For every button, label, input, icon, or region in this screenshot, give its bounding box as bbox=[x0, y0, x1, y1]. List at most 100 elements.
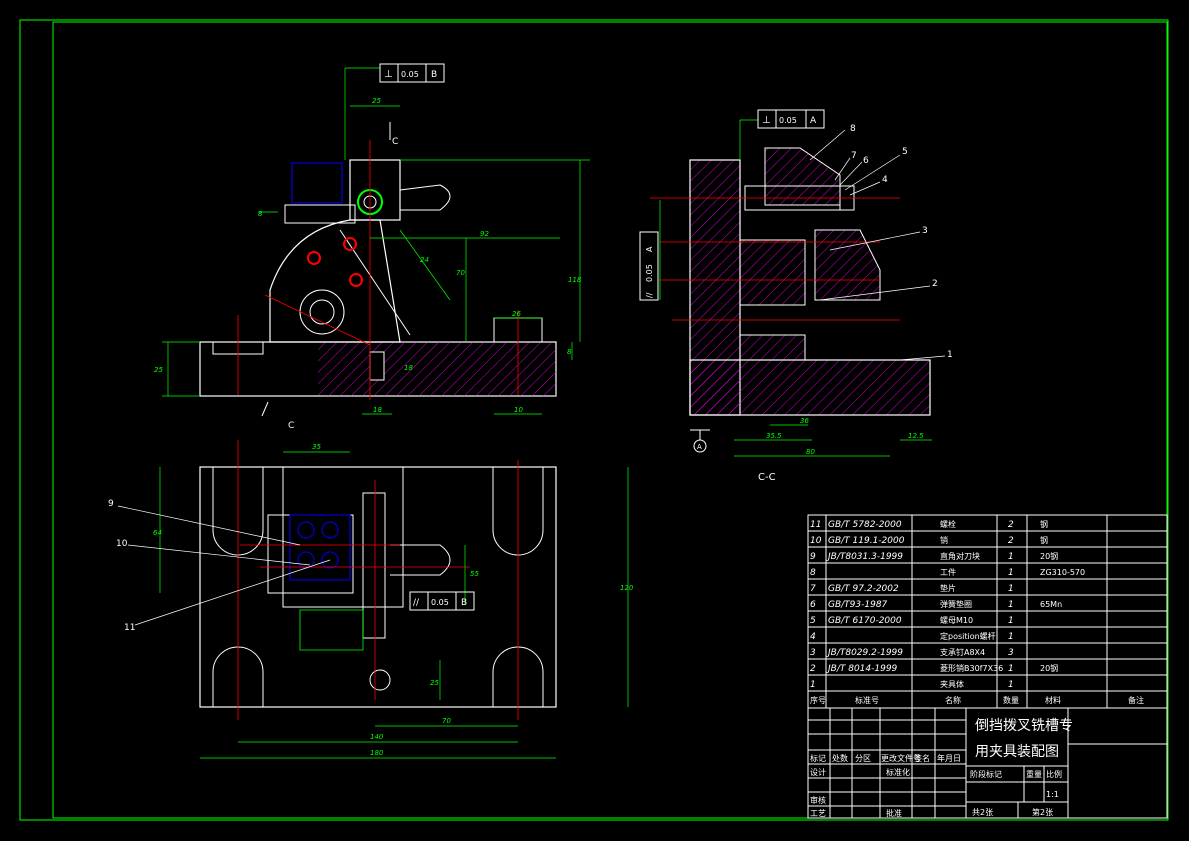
section-title: C-C bbox=[758, 472, 776, 483]
bom-cell-no: 8 bbox=[810, 568, 816, 578]
bom-cell-std: GB/T 97.2-2002 bbox=[828, 584, 899, 594]
dim-section-0: 36 bbox=[800, 417, 809, 425]
bom-cell-qty: 1 bbox=[1008, 600, 1014, 610]
bom-cell-name: 支承钉A8X4 bbox=[940, 647, 985, 657]
bom-cell-name: 螺栓 bbox=[940, 519, 956, 529]
bom-cell-std: JB/T 8014-1999 bbox=[826, 664, 898, 674]
approve-label: 批准 bbox=[886, 808, 902, 818]
dim-front-5: 118 bbox=[568, 276, 582, 284]
bom-cell-qty: 1 bbox=[1008, 568, 1014, 578]
bom-cell-no: 6 bbox=[810, 600, 816, 610]
bom-cell-no: 9 bbox=[810, 552, 816, 562]
top-view: 35 64 55 120 25 70 140 180 // 0.05 B 9 1… bbox=[108, 440, 634, 759]
dim-section-2: 80 bbox=[806, 448, 815, 456]
bom-cell-std: GB/T 5782-2000 bbox=[828, 520, 902, 530]
outer-border bbox=[19, 19, 1169, 821]
drawing-title-line2: 用夹具装配图 bbox=[975, 744, 1059, 760]
stage-hdr-2: 比例 bbox=[1046, 769, 1062, 779]
dim-top-7: 180 bbox=[370, 749, 384, 757]
dim-front-7: 26 bbox=[512, 310, 521, 318]
bom-cell-qty: 1 bbox=[1008, 552, 1014, 562]
bom-cell-mat: 钢 bbox=[1040, 535, 1048, 545]
dim-section-3: 12.5 bbox=[908, 432, 924, 440]
bom-cell-mat: 20钢 bbox=[1040, 551, 1058, 561]
bom-cell-mat: 钢 bbox=[1040, 519, 1048, 529]
bom-cell-name: 菱形销B30f7X36 bbox=[940, 663, 1003, 673]
section-tol-value: 0.05 bbox=[779, 116, 797, 125]
balloon-5: 5 bbox=[902, 147, 908, 157]
design-label: 设计 bbox=[810, 767, 826, 777]
bom-cell-no: 1 bbox=[810, 680, 816, 690]
bom-header: 名称 bbox=[945, 695, 961, 705]
cad-drawing: C C ⊥ 0.05 B 25 92 8 70 24 118 25 26 8 1… bbox=[19, 19, 1169, 821]
bom-cell-no: 4 bbox=[810, 632, 816, 642]
balloon-8: 8 bbox=[850, 124, 856, 134]
bom-cell-std: GB/T 6170-2000 bbox=[828, 616, 902, 626]
review-label: 审核 bbox=[810, 795, 826, 805]
balloon-1: 1 bbox=[947, 350, 953, 360]
dim-top-6: 140 bbox=[370, 733, 384, 741]
bom-cell-name: 定position螺杆 bbox=[940, 631, 996, 641]
bom-header: 数量 bbox=[1003, 695, 1019, 705]
dim-front-1: 92 bbox=[480, 230, 489, 238]
bom-cell-no: 5 bbox=[810, 616, 816, 626]
drawing-title-line1: 倒挡拨叉铣槽专 bbox=[975, 718, 1073, 734]
bom-cell-mat: 20钢 bbox=[1040, 663, 1058, 673]
front-tol-symbol: ⊥ bbox=[384, 69, 393, 80]
section-side-symbol: // bbox=[645, 292, 654, 298]
bom-cell-no: 7 bbox=[810, 584, 816, 594]
top-tol-symbol: // bbox=[413, 598, 420, 608]
rev-hdr-0: 标记 bbox=[810, 753, 826, 763]
balloon-9: 9 bbox=[108, 499, 114, 509]
bom-cell-qty: 1 bbox=[1008, 584, 1014, 594]
bom-cell-qty: 3 bbox=[1008, 648, 1014, 658]
bom-cell-std: JB/T8031.3-1999 bbox=[826, 552, 903, 562]
bom-header: 标准号 bbox=[855, 695, 879, 705]
rev-hdr-1: 处数 bbox=[832, 753, 848, 763]
bom-table: 11 GB/T 5782-2000 螺栓 2 钢10 GB/T 119.1-2000 销 2 钢… bbox=[807, 514, 1168, 709]
balloon-11: 11 bbox=[124, 623, 135, 633]
bom-cell-name: 弹簧垫圈 bbox=[940, 599, 972, 609]
dim-front-2: 8 bbox=[258, 210, 263, 218]
rev-hdr-4: 签名 bbox=[914, 753, 930, 763]
bom-cell-std: GB/T93-1987 bbox=[828, 600, 888, 610]
dim-front-10: 18 bbox=[404, 364, 413, 372]
balloon-3: 3 bbox=[922, 226, 928, 236]
dim-top-0: 35 bbox=[312, 443, 321, 451]
bom-cell-name: 直角对刀块 bbox=[940, 551, 980, 561]
dim-front-0: 25 bbox=[372, 97, 381, 105]
inner-border bbox=[52, 21, 1168, 819]
bom-cell-no: 2 bbox=[810, 664, 816, 674]
dim-front-6: 25 bbox=[154, 366, 163, 374]
bom-cell-mat: 65Mn bbox=[1040, 600, 1062, 609]
section-mark-bottom: C bbox=[288, 421, 294, 431]
balloon-10: 10 bbox=[116, 539, 128, 549]
balloon-7: 7 bbox=[851, 151, 857, 161]
bom-cell-std: JB/T8029.2-1999 bbox=[826, 648, 903, 658]
balloon-6: 6 bbox=[863, 156, 869, 166]
bom-cell-name: 工件 bbox=[940, 567, 956, 577]
dim-front-8: 8 bbox=[567, 348, 572, 356]
bom-cell-name: 螺母M10 bbox=[940, 615, 973, 625]
bom-cell-no: 10 bbox=[810, 536, 822, 546]
bom-header: 备注 bbox=[1128, 695, 1144, 705]
balloon-4: 4 bbox=[882, 175, 888, 185]
dim-top-3: 120 bbox=[620, 584, 634, 592]
bom-cell-no: 3 bbox=[810, 648, 816, 658]
bom-header: 序号 bbox=[810, 695, 826, 705]
std-label: 标准化 bbox=[886, 767, 910, 777]
sheet-no: 第2张 bbox=[1032, 807, 1053, 817]
section-view: ⊥ 0.05 A // 0.05 A A C-C 36 35.5 80 12.5… bbox=[639, 109, 953, 483]
rev-hdr-2: 分区 bbox=[855, 754, 871, 763]
dim-front-11: 10 bbox=[514, 406, 523, 414]
title-block: 倒挡拨叉铣槽专 用夹具装配图 标记 处数 分区 更改文件号 签名 年月日 设计 … bbox=[807, 707, 1168, 819]
bom-cell-qty: 1 bbox=[1008, 680, 1014, 690]
front-tol-datum: B bbox=[431, 70, 437, 80]
balloon-2: 2 bbox=[932, 279, 938, 289]
dim-front-9: 18 bbox=[373, 406, 382, 414]
section-side-value: 0.05 bbox=[645, 264, 654, 282]
dim-top-1: 64 bbox=[153, 529, 162, 537]
bom-cell-no: 11 bbox=[810, 520, 821, 530]
top-tol-datum: B bbox=[461, 598, 467, 608]
bom-cell-name: 夹具体 bbox=[940, 679, 964, 689]
